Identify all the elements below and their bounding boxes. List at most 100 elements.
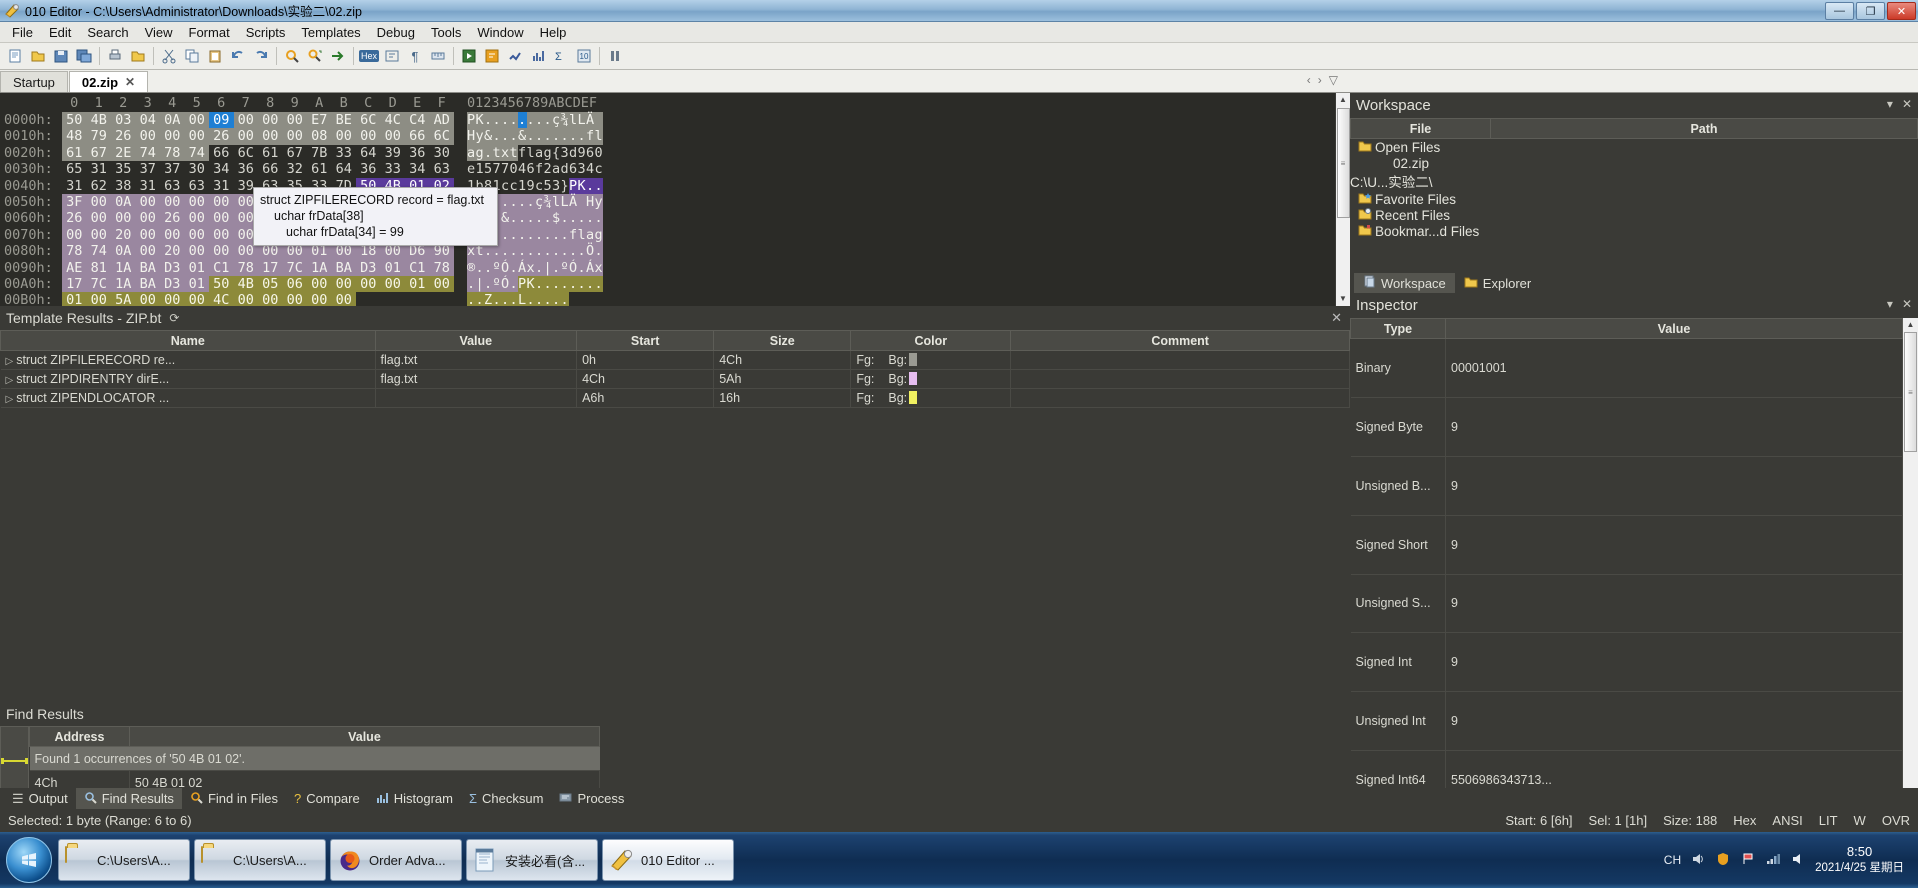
ascii-char[interactable]: 0 [595, 145, 604, 161]
copy-icon[interactable] [181, 45, 203, 67]
ascii-char[interactable]: . [594, 243, 603, 260]
hex-byte[interactable]: C1 [209, 259, 234, 276]
save-all-icon[interactable] [73, 45, 95, 67]
ascii-char[interactable]: l [527, 145, 536, 161]
toolbar[interactable]: Hex ¶ Σ 10 [0, 43, 1918, 70]
workspace-item[interactable]: Recent Files [1350, 207, 1918, 223]
ascii-char[interactable]: . [509, 275, 518, 293]
hex-byte[interactable]: 30 [185, 161, 210, 177]
ascii-char[interactable]: Ä [569, 193, 578, 211]
hex-byte[interactable]: BE [331, 112, 356, 129]
hex-byte[interactable]: 4C [209, 292, 234, 306]
col-value[interactable]: Value [1445, 318, 1903, 339]
inspector-value[interactable]: 9 [1445, 574, 1903, 634]
ascii-char[interactable]: x [501, 144, 510, 162]
ascii-char[interactable]: 2 [544, 161, 553, 177]
menu-item-window[interactable]: Window [469, 23, 531, 42]
taskbar[interactable]: C:\Users\A... C:\Users\A... Order Adva..… [0, 832, 1918, 888]
hex-byte[interactable]: 00 [86, 210, 111, 227]
hex-byte[interactable]: 00 [86, 193, 111, 211]
hex-byte[interactable]: 61 [62, 144, 87, 162]
ascii-char[interactable]: . [535, 259, 544, 276]
hex-byte[interactable]: 32 [283, 161, 308, 177]
ascii-char[interactable]: . [501, 243, 510, 260]
hex-byte[interactable]: 0A [160, 112, 185, 129]
hex-byte[interactable]: 6C [429, 128, 454, 145]
ascii-char[interactable]: . [501, 226, 510, 244]
col-type[interactable]: Type [1350, 318, 1446, 339]
hex-byte[interactable]: 36 [405, 145, 430, 161]
ascii-char[interactable]: . [543, 128, 552, 145]
table-row[interactable]: ▷ struct ZIPDIRENTRY dirE... flag.txt 4Ch 5A… [0, 369, 1350, 389]
ascii-char[interactable]: Z [484, 292, 493, 306]
ascii-char[interactable]: . [526, 226, 535, 244]
undo-icon[interactable] [227, 45, 249, 67]
workspace-item[interactable]: Favorite Files [1350, 191, 1918, 207]
hex-row[interactable]: 0080h: 78 74 0A 00 20 00 00 00 00 00 01 00 18 00 D6 90 xt… [0, 243, 1335, 260]
hex-byte[interactable]: 00 [135, 193, 160, 211]
hex-byte[interactable]: 7B [307, 145, 332, 161]
ascii-char[interactable]: ¾ [560, 112, 569, 129]
tray-network-icon[interactable] [1765, 851, 1781, 870]
ascii-char[interactable]: . [543, 292, 552, 306]
checksum-icon[interactable]: Σ [550, 45, 572, 67]
ruler-icon[interactable] [427, 45, 449, 67]
hex-byte[interactable]: 63 [185, 178, 210, 194]
ascii-char[interactable]: H [586, 193, 595, 211]
tab-workspace[interactable]: Workspace [1354, 273, 1455, 293]
ascii-char[interactable]: c [501, 178, 510, 194]
ascii-char[interactable]: . [518, 210, 527, 227]
hex-byte[interactable]: 00 [307, 275, 332, 293]
window-controls[interactable]: — ❐ ✕ [1825, 2, 1916, 20]
hex-byte[interactable]: 4B [86, 112, 111, 129]
hex-byte[interactable]: 00 [184, 112, 209, 129]
ascii-char[interactable]: f [535, 161, 544, 177]
hex-byte[interactable]: 06 [282, 275, 307, 293]
hex-row[interactable]: 0000h: 50 4B 03 04 0A 00 09 00 00 00 E7 BE 6C 4C C4 AD PK… [0, 112, 1335, 129]
ascii-char[interactable]: º [492, 259, 501, 276]
status-ansi[interactable]: ANSI [1772, 813, 1802, 828]
ascii-char[interactable]: . [594, 275, 603, 293]
collapse-icon[interactable]: ▾ [1887, 97, 1893, 111]
cut-icon[interactable] [158, 45, 180, 67]
hex-byte[interactable]: 09 [209, 112, 234, 129]
ascii-char[interactable]: K [526, 275, 535, 293]
col-name[interactable]: Name [0, 330, 376, 351]
ascii-char[interactable]: K [577, 177, 586, 194]
maximize-button[interactable]: ❐ [1856, 2, 1885, 20]
scroll-down-icon[interactable]: ▼ [1339, 292, 1347, 306]
ascii-char[interactable]: . [552, 292, 561, 306]
hex-byte[interactable]: 7C [86, 275, 111, 293]
run-template-icon[interactable] [458, 45, 480, 67]
ascii-char[interactable]: . [467, 275, 476, 293]
hex-byte[interactable]: 00 [184, 243, 209, 260]
hex-byte[interactable]: 78 [233, 259, 258, 276]
goto-icon[interactable] [327, 45, 349, 67]
ascii-char[interactable]: a [535, 145, 544, 161]
ascii-char[interactable]: . [543, 210, 552, 227]
find-summary-row[interactable]: Found 1 occurrences of '50 4B 01 02'. [29, 746, 600, 771]
ascii-char[interactable]: { [552, 145, 561, 161]
tray-speaker-icon[interactable] [1690, 851, 1706, 870]
hex-row[interactable]: 0060h:26000000260000000800240000000000&.… [0, 210, 1335, 227]
menu-item-search[interactable]: Search [79, 23, 136, 42]
ascii-char[interactable]: . [526, 243, 535, 260]
ascii-char[interactable]: l [569, 112, 578, 129]
ascii-char[interactable]: L [518, 292, 527, 306]
ascii-char[interactable]: L [560, 193, 569, 211]
ascii-char[interactable]: . [484, 275, 493, 293]
ascii-char[interactable]: . [484, 144, 493, 162]
ascii-char[interactable]: 3 [552, 178, 561, 194]
hex-row[interactable]: 0090h: AE 81 1A BA D3 01 C1 78 17 7C 1A BA D3 01 C1 78 ®.… [0, 259, 1335, 276]
col-address[interactable]: Address [29, 726, 130, 747]
table-row[interactable]: Signed Byte 9 [1350, 397, 1903, 457]
tab-find-in-files[interactable]: Find in Files [182, 788, 286, 809]
ascii-char[interactable]: 4 [586, 161, 595, 177]
histogram-icon[interactable] [527, 45, 549, 67]
ascii-char[interactable]: . [560, 128, 569, 145]
workspace-tree[interactable]: Open Files 02.zip C:\U...实验二\ Favorite File… [1350, 139, 1918, 271]
hex-byte[interactable]: 67 [283, 145, 308, 161]
system-tray[interactable]: CH 8:50 2021/4/25 星期日 [1664, 843, 1918, 877]
inspector-value[interactable]: 9 [1445, 632, 1903, 693]
hex-byte[interactable]: 00 [380, 128, 405, 145]
